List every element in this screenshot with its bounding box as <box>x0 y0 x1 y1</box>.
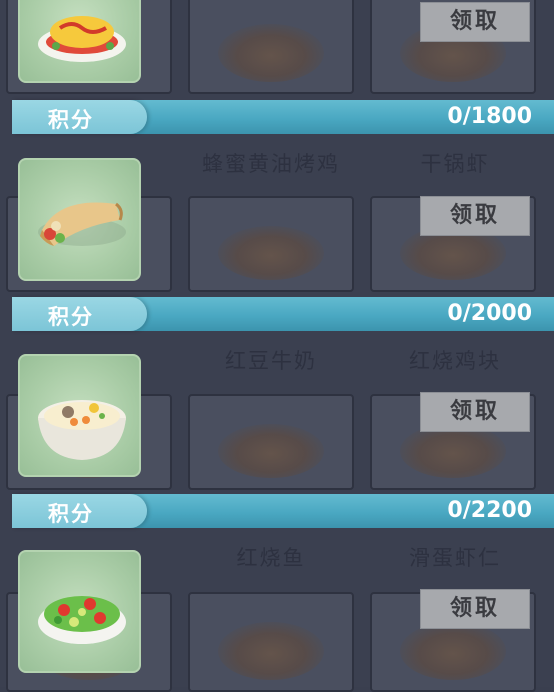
omelette-rice-icon[interactable] <box>18 0 141 83</box>
bg-recipe-card <box>188 394 354 490</box>
points-progress-value: 0/1800 <box>447 104 532 129</box>
points-progress-bar: 积分 0/1800 <box>12 100 554 134</box>
dish-name: 滑蛋虾仁 <box>409 546 501 570</box>
dish-name: 蜂蜜黄油烤鸡 <box>202 152 340 176</box>
points-progress-bar: 积分 0/2200 <box>12 494 554 528</box>
points-progress-value: 0/2200 <box>447 498 532 523</box>
points-label: 积分 <box>48 305 94 329</box>
congee-bowl-icon[interactable] <box>18 354 141 477</box>
dish-name: 干锅虾 <box>420 152 490 176</box>
bg-recipe-card <box>188 196 354 292</box>
claim-button[interactable]: 领取 <box>420 589 530 629</box>
points-progress-bar: 积分 0/2000 <box>12 297 554 331</box>
burrito-wrap-icon[interactable] <box>18 158 141 281</box>
bg-recipe-card <box>188 592 354 692</box>
dish-name: 红烧鸡块 <box>409 349 501 373</box>
claim-button[interactable]: 领取 <box>420 196 530 236</box>
points-label: 积分 <box>48 108 94 132</box>
dish-name: 红豆牛奶 <box>225 349 317 373</box>
salad-bowl-icon[interactable] <box>18 550 141 673</box>
dish-name: 红烧鱼 <box>236 546 306 570</box>
claim-button[interactable]: 领取 <box>420 392 530 432</box>
points-progress-value: 0/2000 <box>447 301 532 326</box>
bg-recipe-card <box>188 0 354 94</box>
points-label: 积分 <box>48 502 94 526</box>
claim-button[interactable]: 领取 <box>420 2 530 42</box>
